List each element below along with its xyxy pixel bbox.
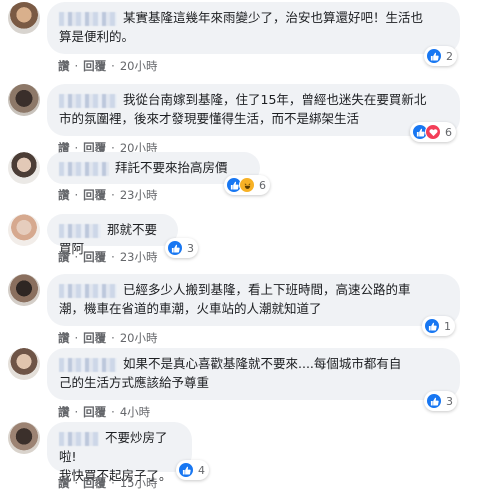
like-button[interactable]: 讚 xyxy=(58,58,70,74)
like-button[interactable]: 讚 xyxy=(58,404,70,420)
reaction-summary[interactable]: 6 xyxy=(410,122,456,142)
comment-section: 某實基隆這幾年來雨變少了，治安也算還好吧！生活也 算是便利的。 2 讚 · 回覆 · 2… xyxy=(0,0,480,492)
like-icon xyxy=(167,240,183,256)
like-button[interactable]: 讚 xyxy=(58,475,70,491)
reaction-count: 6 xyxy=(259,178,266,192)
comment-timestamp[interactable]: 20小時 xyxy=(120,58,158,74)
comment-bubble: 不要炒房了啦! 我快買不起房子了。 xyxy=(47,422,192,483)
avatar[interactable] xyxy=(8,422,40,454)
reaction-summary[interactable]: 3 xyxy=(424,391,457,411)
comment-actions: 讚 · 回覆 · 15小時 xyxy=(58,475,157,491)
comment-actions: 讚 · 回覆 · 4小時 xyxy=(58,404,150,420)
comment-bubble: 已經多少人搬到基隆，看上下班時間，高速公路的車 潮，機車在省道的車潮，火車站的人… xyxy=(47,274,460,326)
avatar[interactable] xyxy=(8,152,40,184)
reaction-summary[interactable]: 4 xyxy=(176,460,209,480)
separator-dot: · xyxy=(111,331,115,345)
commenter-name[interactable] xyxy=(59,283,117,298)
like-button[interactable]: 讚 xyxy=(58,187,70,203)
commenter-name[interactable] xyxy=(59,161,109,176)
haha-icon xyxy=(239,177,255,193)
avatar[interactable] xyxy=(8,348,40,380)
comment-bubble: 那就不要買阿 xyxy=(47,214,178,256)
separator-dot: · xyxy=(74,59,79,73)
avatar[interactable] xyxy=(8,84,40,116)
comment-actions: 讚 · 回覆 · 23小時 xyxy=(58,187,157,203)
reaction-count: 2 xyxy=(446,49,453,63)
separator-dot: · xyxy=(111,250,115,264)
avatar[interactable] xyxy=(8,2,40,34)
like-icon xyxy=(178,462,194,478)
commenter-name[interactable] xyxy=(59,11,117,26)
reaction-summary[interactable]: 2 xyxy=(424,46,457,66)
commenter-name[interactable] xyxy=(59,93,117,108)
separator-dot: · xyxy=(74,405,79,419)
reaction-summary[interactable]: 1 xyxy=(422,316,455,336)
reply-button[interactable]: 回覆 xyxy=(83,475,106,491)
comment-timestamp[interactable]: 20小時 xyxy=(120,330,158,346)
comment-actions: 讚 · 回覆 · 20小時 xyxy=(58,58,157,74)
comment-actions: 讚 · 回覆 · 23小時 xyxy=(58,249,157,265)
comment-bubble: 如果不是真心喜歡基隆就不要來....每個城市都有自 己的生活方式應該給予尊重 xyxy=(47,348,460,400)
reply-button[interactable]: 回覆 xyxy=(83,187,106,203)
reply-button[interactable]: 回覆 xyxy=(83,330,106,346)
separator-dot: · xyxy=(111,476,115,490)
reaction-count: 3 xyxy=(187,241,194,255)
comment-bubble: 我從台南嫁到基隆，住了15年，曾經也迷失在要買新北 市的氛圍裡，後來才發現要懂得… xyxy=(47,84,460,136)
separator-dot: · xyxy=(111,188,115,202)
comment-timestamp[interactable]: 15小時 xyxy=(120,475,158,491)
like-icon xyxy=(426,48,442,64)
separator-dot: · xyxy=(111,405,115,419)
comment-bubble: 某實基隆這幾年來雨變少了，治安也算還好吧！生活也 算是便利的。 xyxy=(47,2,460,54)
love-icon xyxy=(425,124,441,140)
like-icon xyxy=(426,393,442,409)
reply-button[interactable]: 回覆 xyxy=(83,404,106,420)
reply-button[interactable]: 回覆 xyxy=(83,249,106,265)
separator-dot: · xyxy=(74,476,79,490)
comment-actions: 讚 · 回覆 · 20小時 xyxy=(58,330,157,346)
comment-text: 拜託不要來抬高房價 xyxy=(115,160,228,175)
commenter-name[interactable] xyxy=(59,223,101,238)
like-icon xyxy=(424,318,440,334)
comment-timestamp[interactable]: 4小時 xyxy=(120,404,150,420)
comment-timestamp[interactable]: 23小時 xyxy=(120,187,158,203)
avatar[interactable] xyxy=(8,214,40,246)
reaction-count: 3 xyxy=(446,394,453,408)
reaction-summary[interactable]: 3 xyxy=(165,238,198,258)
reaction-count: 4 xyxy=(198,463,205,477)
separator-dot: · xyxy=(74,250,79,264)
reaction-summary[interactable]: 6 xyxy=(224,175,270,195)
reaction-count: 6 xyxy=(445,125,452,139)
reaction-count: 1 xyxy=(444,319,451,333)
avatar[interactable] xyxy=(8,274,40,306)
like-button[interactable]: 讚 xyxy=(58,330,70,346)
comment-timestamp[interactable]: 23小時 xyxy=(120,249,158,265)
separator-dot: · xyxy=(74,331,79,345)
separator-dot: · xyxy=(111,59,115,73)
commenter-name[interactable] xyxy=(59,357,117,372)
separator-dot: · xyxy=(74,188,79,202)
like-button[interactable]: 讚 xyxy=(58,249,70,265)
reply-button[interactable]: 回覆 xyxy=(83,58,106,74)
commenter-name[interactable] xyxy=(59,431,99,446)
